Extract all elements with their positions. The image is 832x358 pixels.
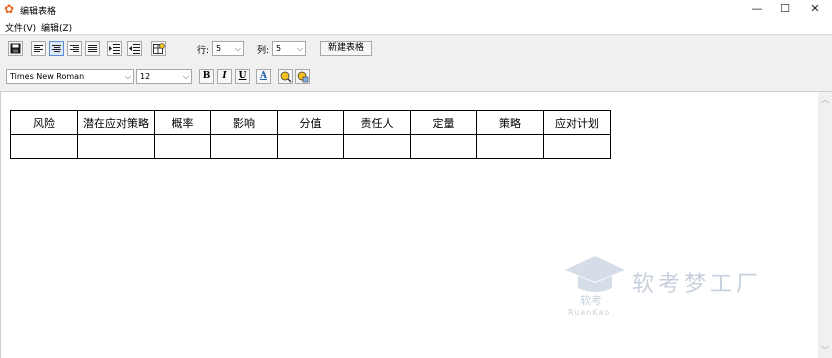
align-center-button[interactable] bbox=[49, 41, 64, 56]
align-right-button[interactable] bbox=[67, 41, 82, 56]
table-cell[interactable] bbox=[476, 134, 544, 159]
row-count-value: 5 bbox=[216, 44, 222, 53]
column-count-label: 列: bbox=[257, 46, 270, 56]
column-count-value: 5 bbox=[276, 44, 282, 53]
watermark: 软考 RuanKao 软考梦工厂 bbox=[560, 252, 810, 322]
chevron-down-icon: ⌵ bbox=[182, 72, 189, 81]
italic-button[interactable]: I bbox=[217, 69, 232, 84]
font-family-select[interactable]: Times New Roman ⌵ bbox=[6, 69, 134, 84]
chevron-down-icon: ⌵ bbox=[234, 44, 241, 53]
table-header-cell[interactable]: 风险 bbox=[10, 110, 78, 135]
chevron-down-icon: ⌵ bbox=[296, 44, 303, 53]
window-title: 编辑表格 bbox=[20, 7, 57, 17]
table-header-cell[interactable]: 策略 bbox=[476, 110, 544, 135]
table-cell[interactable] bbox=[77, 134, 155, 159]
table-header-cell[interactable]: 定量 bbox=[410, 110, 477, 135]
column-count-select[interactable]: 5 ⌵ bbox=[272, 41, 306, 56]
bold-button[interactable]: B bbox=[199, 69, 214, 84]
align-left-icon bbox=[34, 45, 43, 52]
vertical-scrollbar[interactable]: ︿ ﹀ bbox=[818, 92, 832, 358]
table-cell[interactable] bbox=[10, 134, 78, 159]
underline-button[interactable]: U bbox=[235, 69, 250, 84]
delete-table-button[interactable] bbox=[295, 69, 310, 84]
maximize-button[interactable]: ☐ bbox=[770, 0, 800, 19]
row-count-label: 行: bbox=[197, 46, 210, 56]
table-row bbox=[10, 134, 611, 159]
justify-icon bbox=[88, 45, 97, 52]
font-size-value: 12 bbox=[140, 72, 151, 81]
align-center-icon bbox=[52, 45, 61, 52]
editable-table[interactable]: 风险 潜在应对策略 概率 影响 分值 责任人 定量 策略 应对计划 bbox=[10, 110, 611, 159]
insert-table-icon bbox=[280, 71, 291, 82]
table-header-cell[interactable]: 概率 bbox=[154, 110, 211, 135]
justify-button[interactable] bbox=[85, 41, 100, 56]
title-bar: ✿ 编辑表格 — ☐ ✕ bbox=[0, 0, 832, 19]
chevron-down-icon: ⌵ bbox=[124, 72, 131, 81]
watermark-small-text: 软考 bbox=[580, 294, 602, 307]
font-size-select[interactable]: 12 ⌵ bbox=[136, 69, 192, 84]
indent-button[interactable] bbox=[127, 41, 142, 56]
table-header-cell[interactable]: 责任人 bbox=[343, 110, 411, 135]
table-cell[interactable] bbox=[277, 134, 344, 159]
table-cell[interactable] bbox=[543, 134, 611, 159]
table-header-cell[interactable]: 潜在应对策略 bbox=[77, 110, 155, 135]
table-cell[interactable] bbox=[343, 134, 411, 159]
font-color-button[interactable]: A bbox=[256, 69, 271, 84]
table-header-row: 风险 潜在应对策略 概率 影响 分值 责任人 定量 策略 应对计划 bbox=[10, 110, 611, 135]
watermark-main-text: 软考梦工厂 bbox=[632, 272, 763, 297]
outdent-button[interactable] bbox=[107, 41, 122, 56]
watermark-english-text: RuanKao bbox=[568, 308, 611, 317]
align-right-icon bbox=[70, 45, 79, 52]
table-cell[interactable] bbox=[210, 134, 278, 159]
toolbar: 行: 5 ⌵ 列: 5 ⌵ 新建表格 Times New Roman ⌵ 12 … bbox=[0, 34, 832, 92]
table-cell[interactable] bbox=[154, 134, 211, 159]
save-button[interactable] bbox=[8, 41, 23, 56]
close-button[interactable]: ✕ bbox=[800, 0, 830, 19]
delete-table-icon bbox=[297, 71, 308, 82]
font-family-value: Times New Roman bbox=[10, 72, 85, 81]
table-cell[interactable] bbox=[410, 134, 477, 159]
minimize-button[interactable]: — bbox=[742, 0, 772, 19]
new-table-button[interactable]: 新建表格 bbox=[320, 41, 372, 56]
save-icon bbox=[10, 43, 21, 54]
align-left-button[interactable] bbox=[31, 41, 46, 56]
row-count-select[interactable]: 5 ⌵ bbox=[212, 41, 244, 56]
menu-edit[interactable]: 编辑(Z) bbox=[41, 21, 72, 34]
indent-icon bbox=[129, 44, 140, 54]
menu-file[interactable]: 文件(V) bbox=[5, 21, 36, 34]
menu-bar: 文件(V) 编辑(Z) bbox=[0, 19, 832, 34]
table-header-cell[interactable]: 应对计划 bbox=[543, 110, 611, 135]
table-properties-icon bbox=[152, 42, 165, 54]
outdent-icon bbox=[109, 44, 120, 54]
table-properties-button[interactable] bbox=[151, 41, 166, 56]
app-icon: ✿ bbox=[4, 2, 15, 16]
insert-table-button[interactable] bbox=[278, 69, 293, 84]
scroll-down-icon[interactable]: ﹀ bbox=[821, 345, 829, 356]
table-header-cell[interactable]: 分值 bbox=[277, 110, 344, 135]
table-header-cell[interactable]: 影响 bbox=[210, 110, 278, 135]
scroll-up-icon[interactable]: ︿ bbox=[821, 94, 829, 105]
